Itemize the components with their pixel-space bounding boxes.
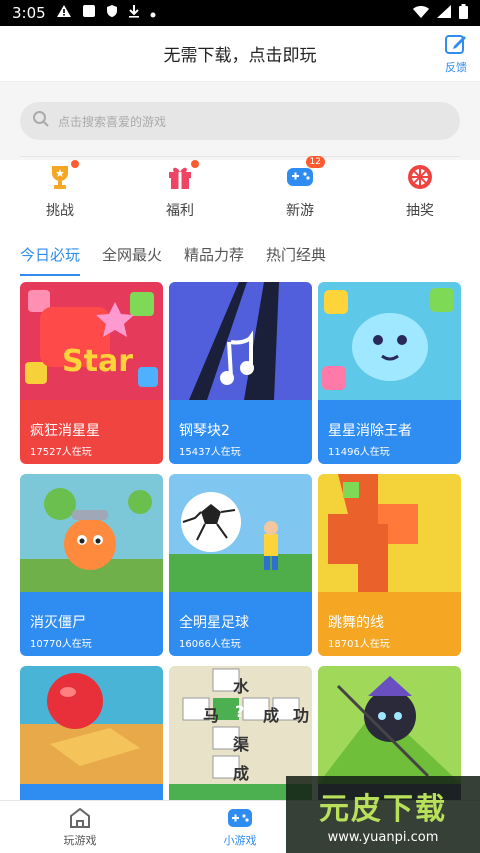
feedback-label: 反馈	[445, 61, 467, 74]
search-icon	[32, 110, 50, 132]
game-card[interactable]: 跳舞的线 18701人在玩	[318, 474, 461, 656]
idiom-char: 马	[203, 706, 220, 725]
player-count: 18701人在玩	[328, 639, 390, 650]
game-name: 疯狂消星星	[30, 423, 100, 439]
gamepad-icon	[227, 807, 253, 832]
new-dot	[71, 160, 79, 168]
idiom-char: 渠	[233, 735, 250, 754]
battery-icon	[459, 3, 468, 23]
idiom-char: ?	[235, 702, 245, 721]
quick-label: 挑战	[46, 203, 74, 219]
player-count: 17527人在玩	[30, 447, 92, 458]
player-count: 15437人在玩	[179, 447, 241, 458]
home-icon	[68, 807, 92, 832]
game-name: 星星消除王者	[328, 423, 412, 439]
search-input[interactable]: 点击搜索喜爱的游戏	[20, 102, 460, 140]
game-card[interactable]: Star 疯狂消星星 17527人在玩	[20, 282, 163, 464]
game-art	[20, 666, 163, 784]
game-art	[20, 474, 163, 592]
tab-hottest[interactable]: 全网最火	[102, 244, 162, 270]
gift-icon	[165, 160, 199, 192]
idiom-char: 成	[233, 764, 250, 783]
quick-label: 新游	[286, 203, 314, 219]
wifi-icon	[413, 4, 429, 22]
page-title: 无需下载，点击即玩	[163, 46, 317, 66]
quick-lottery[interactable]: 抽奖	[360, 162, 480, 226]
game-card[interactable]: 消灭僵尸 10770人在玩	[20, 474, 163, 656]
quick-label: 抽奖	[406, 203, 434, 219]
game-art	[318, 666, 461, 784]
dot-icon	[150, 4, 156, 22]
feedback-button[interactable]: 反馈	[444, 32, 468, 75]
lottery-wheel-icon	[405, 162, 435, 192]
search-placeholder: 点击搜索喜爱的游戏	[58, 114, 167, 129]
search-section: 点击搜索喜爱的游戏	[0, 82, 480, 160]
game-info: 跳舞的线 18701人在玩	[318, 592, 461, 656]
idiom-char: 水	[233, 677, 250, 696]
tab-classic[interactable]: 热门经典	[266, 244, 326, 270]
game-name: 跳舞的线	[328, 615, 384, 631]
app-header: 无需下载，点击即玩 反馈	[0, 26, 480, 82]
game-card[interactable]: 全明星足球 16066人在玩	[169, 474, 312, 656]
game-info: 消灭僵尸 10770人在玩	[20, 592, 163, 656]
shield-icon	[106, 4, 118, 22]
category-tabs: 今日必玩 全网最火 精品力荐 热门经典	[20, 244, 460, 276]
game-art	[169, 474, 312, 592]
gamepad-icon: 12	[285, 156, 325, 192]
player-count: 10770人在玩	[30, 639, 92, 650]
art-title: Star	[62, 344, 133, 379]
warning-icon	[56, 4, 72, 22]
nav-label: 小游戏	[223, 833, 257, 847]
trophy-icon	[45, 160, 79, 192]
square-icon	[82, 4, 96, 22]
game-name: 消灭僵尸	[30, 615, 86, 631]
new-count-badge: 12	[305, 156, 325, 168]
quick-welfare[interactable]: 福利	[120, 160, 240, 226]
game-info: 疯狂消星星 17527人在玩	[20, 400, 163, 464]
idiom-char: 功	[293, 706, 310, 725]
download-icon	[128, 4, 140, 22]
status-bar: 3:05	[0, 0, 480, 26]
quick-entries: 挑战 福利 12 新游 抽奖	[0, 156, 480, 226]
game-info: 全明星足球 16066人在玩	[169, 592, 312, 656]
player-count: 11496人在玩	[328, 447, 390, 458]
nav-play-games[interactable]: 玩游戏	[0, 801, 160, 853]
player-count: 16066人在玩	[179, 639, 241, 650]
game-card[interactable]: 星星消除王者 11496人在玩	[318, 282, 461, 464]
watermark-title: 元皮下载	[319, 792, 447, 827]
game-name: 钢琴块2	[179, 423, 230, 439]
signal-icon	[437, 4, 451, 22]
game-card[interactable]: 钢琴块2 15437人在玩	[169, 282, 312, 464]
new-dot	[191, 160, 199, 168]
idiom-char: 成	[263, 706, 280, 725]
tab-today[interactable]: 今日必玩	[20, 244, 81, 276]
watermark-logo: 元皮下载 www.yuanpi.com	[286, 776, 480, 853]
watermark-url: www.yuanpi.com	[327, 830, 439, 845]
game-name: 全明星足球	[179, 615, 249, 631]
nav-label: 玩游戏	[63, 833, 97, 847]
game-grid: Star 疯狂消星星 17527人在玩 钢琴块2 15437人在玩 星星消除王者…	[20, 282, 461, 848]
edit-icon	[444, 32, 468, 59]
tab-recommended[interactable]: 精品力荐	[184, 244, 244, 270]
divider	[20, 156, 460, 157]
quick-new-games[interactable]: 12 新游	[240, 156, 360, 226]
status-time: 3:05	[12, 4, 46, 22]
game-info: 星星消除王者 11496人在玩	[318, 400, 461, 464]
game-art	[20, 282, 163, 400]
quick-challenge[interactable]: 挑战	[0, 160, 120, 226]
game-art	[318, 474, 461, 592]
quick-label: 福利	[166, 203, 194, 219]
game-art	[169, 282, 312, 400]
game-art	[318, 282, 461, 400]
game-info: 钢琴块2 15437人在玩	[169, 400, 312, 464]
